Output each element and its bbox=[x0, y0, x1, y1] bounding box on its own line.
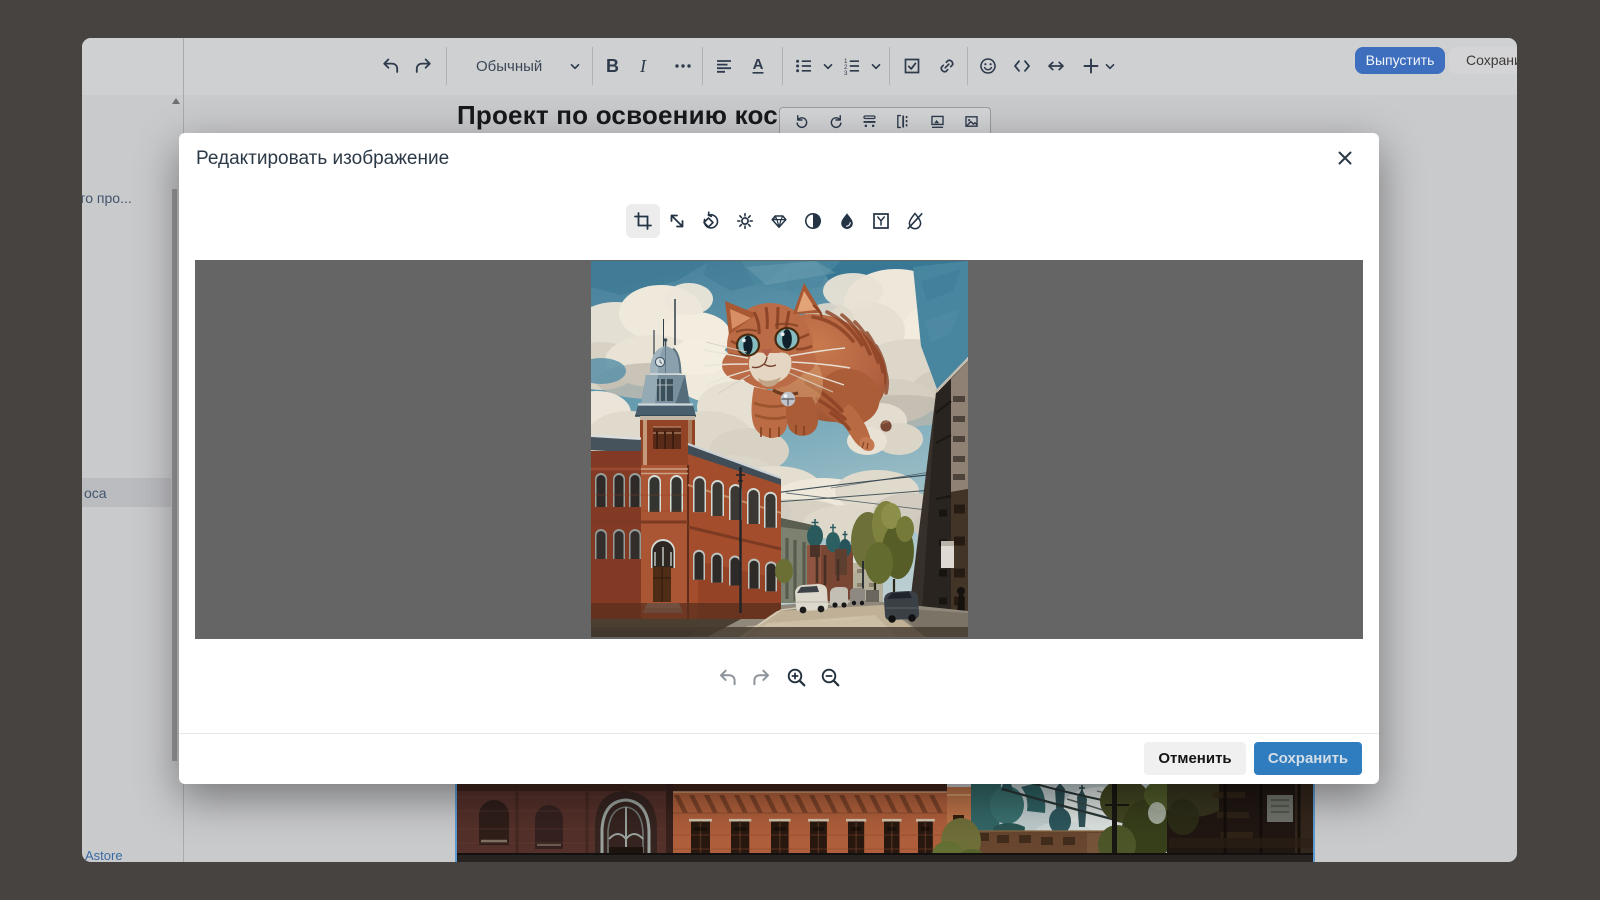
svg-text:A: A bbox=[753, 56, 764, 73]
svg-text:3: 3 bbox=[844, 70, 848, 76]
